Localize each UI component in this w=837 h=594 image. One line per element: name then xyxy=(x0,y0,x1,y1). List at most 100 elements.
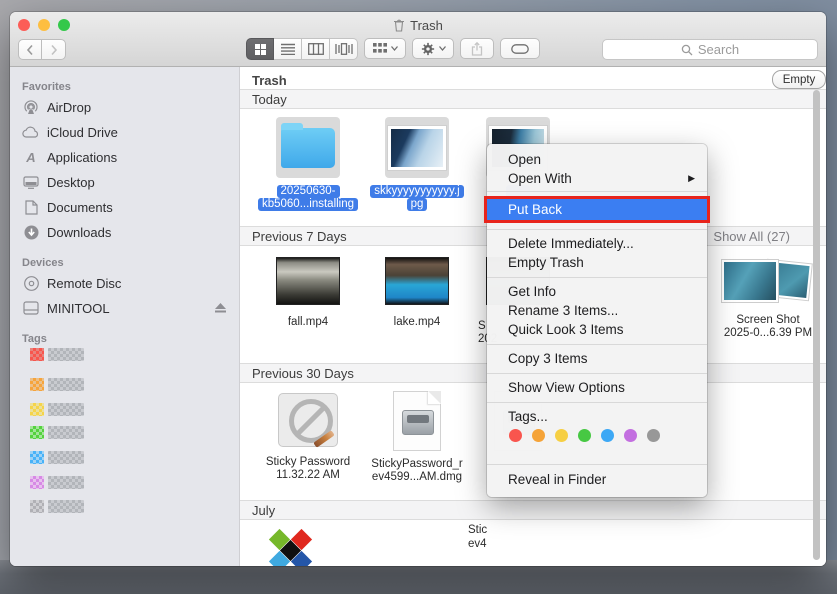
grid-view-icon xyxy=(254,43,267,56)
favorites-header: Favorites xyxy=(22,81,71,93)
chevron-right-icon xyxy=(50,44,58,56)
tag-green-dot[interactable] xyxy=(578,429,591,442)
file-label: Stic ev4 xyxy=(468,523,487,551)
selection-highlight xyxy=(385,117,449,178)
menu-item-tags[interactable]: Tags... xyxy=(487,407,707,426)
file-item-logo[interactable] xyxy=(268,530,316,566)
sidebar: Favorites AirDrop iCloud Drive A Applica… xyxy=(10,67,240,566)
share-icon xyxy=(471,42,483,56)
search-icon xyxy=(681,44,693,56)
menu-item-show-view-options[interactable]: Show View Options xyxy=(487,378,707,397)
document-icon xyxy=(22,200,40,215)
tag-purple-dot[interactable] xyxy=(624,429,637,442)
menu-item-put-back[interactable]: Put Back xyxy=(487,199,707,220)
menu-item-reveal-in-finder[interactable]: Reveal in Finder xyxy=(487,470,707,489)
tag-icon xyxy=(511,44,529,54)
view-list-button[interactable] xyxy=(274,38,302,60)
eject-icon[interactable] xyxy=(215,303,226,313)
window-title: Trash xyxy=(410,18,443,33)
sidebar-tag-green[interactable] xyxy=(30,426,84,444)
sidebar-item-remote-disc[interactable]: Remote Disc xyxy=(22,271,232,295)
menu-item-open[interactable]: Open xyxy=(487,150,707,169)
sidebar-tag-blue[interactable] xyxy=(30,451,84,469)
sidebar-tag-yellow[interactable] xyxy=(30,403,84,421)
tag-color-swatch xyxy=(30,403,44,416)
back-button[interactable] xyxy=(18,39,42,60)
file-label: StickyPassword_r ev4599...AM.dmg xyxy=(352,458,482,484)
search-input[interactable]: Search xyxy=(602,39,818,60)
selection-highlight xyxy=(276,117,340,178)
redacted-tag-label xyxy=(48,451,84,464)
show-all-link[interactable]: Show All (27) xyxy=(713,229,790,244)
sidebar-tag-red[interactable] xyxy=(30,348,84,366)
video-thumbnail xyxy=(386,258,448,304)
tag-color-swatch xyxy=(30,451,44,464)
menu-item-open-with[interactable]: Open With ▶ xyxy=(487,169,707,188)
titlebar: Trash xyxy=(10,12,826,67)
sidebar-item-downloads[interactable]: Downloads xyxy=(22,220,232,244)
redacted-tag-label xyxy=(48,403,84,416)
sidebar-item-desktop[interactable]: Desktop xyxy=(22,170,232,194)
sidebar-item-minitool[interactable]: MINITOOL xyxy=(22,296,232,320)
menu-tag-colors xyxy=(509,429,660,442)
sidebar-item-airdrop[interactable]: AirDrop xyxy=(22,95,232,119)
view-icons-button[interactable] xyxy=(246,38,274,60)
group-by-button[interactable] xyxy=(364,38,406,59)
file-label: lake.mp4 xyxy=(352,316,482,329)
menu-item-get-info[interactable]: Get Info xyxy=(487,282,707,301)
airdrop-icon xyxy=(22,99,40,115)
section-header-today: Today xyxy=(240,89,826,109)
tag-gray-dot[interactable] xyxy=(647,429,660,442)
chevron-down-icon xyxy=(391,46,398,51)
sidebar-tag-gray[interactable] xyxy=(30,500,84,518)
group-icon xyxy=(373,43,387,54)
sidebar-item-label: Remote Disc xyxy=(47,276,121,291)
columns-view-icon xyxy=(308,43,324,55)
menu-item-copy[interactable]: Copy 3 Items xyxy=(487,349,707,368)
file-item-screenshot-stack[interactable]: Screen Shot 2025-0...6.39 PM xyxy=(703,258,826,340)
list-view-icon xyxy=(281,43,295,55)
view-coverflow-button[interactable] xyxy=(330,38,358,60)
action-menu-button[interactable] xyxy=(412,38,454,59)
sidebar-item-label: Applications xyxy=(47,150,117,165)
sidebar-item-label: Downloads xyxy=(47,225,111,240)
share-button[interactable] xyxy=(460,38,494,59)
screenshot-stack-thumbnails xyxy=(720,258,816,308)
cloud-icon xyxy=(22,126,40,138)
forward-button[interactable] xyxy=(42,39,66,60)
section-header-july: July xyxy=(240,500,826,520)
edit-tags-button[interactable] xyxy=(500,38,540,59)
menu-item-rename[interactable]: Rename 3 Items... xyxy=(487,301,707,320)
tag-yellow-dot[interactable] xyxy=(555,429,568,442)
trash-icon xyxy=(393,18,405,32)
file-label: Screen Shot 2025-0...6.39 PM xyxy=(703,314,826,340)
redacted-tag-label xyxy=(48,476,84,489)
sidebar-item-icloud-drive[interactable]: iCloud Drive xyxy=(22,120,232,144)
tag-orange-dot[interactable] xyxy=(532,429,545,442)
view-columns-button[interactable] xyxy=(302,38,330,60)
sidebar-item-applications[interactable]: A Applications xyxy=(22,145,232,169)
finder-window: Trash xyxy=(10,12,826,566)
sidebar-tag-orange[interactable] xyxy=(30,378,84,396)
folder-icon xyxy=(281,128,335,168)
chevron-left-icon xyxy=(26,44,34,56)
sidebar-item-label: AirDrop xyxy=(47,100,91,115)
desktop-icon xyxy=(22,176,40,189)
minitool-logo-icon xyxy=(268,530,316,566)
gear-icon xyxy=(421,42,435,56)
tag-red-dot[interactable] xyxy=(509,429,522,442)
tag-blue-dot[interactable] xyxy=(601,429,614,442)
empty-trash-button[interactable]: Empty xyxy=(772,70,826,89)
menu-item-quick-look[interactable]: Quick Look 3 Items xyxy=(487,320,707,339)
menu-item-empty-trash[interactable]: Empty Trash xyxy=(487,253,707,272)
sidebar-tag-purple[interactable] xyxy=(30,476,84,494)
menu-item-delete-immediately[interactable]: Delete Immediately... xyxy=(487,234,707,253)
sidebar-item-label: Documents xyxy=(47,200,113,215)
dmg-file-icon xyxy=(393,391,441,451)
sidebar-item-documents[interactable]: Documents xyxy=(22,195,232,219)
scrollbar[interactable] xyxy=(813,90,820,560)
chevron-down-icon xyxy=(439,46,446,51)
tags-header: Tags xyxy=(22,333,47,345)
submenu-arrow-icon: ▶ xyxy=(688,173,695,184)
window-title-group: Trash xyxy=(10,15,826,35)
